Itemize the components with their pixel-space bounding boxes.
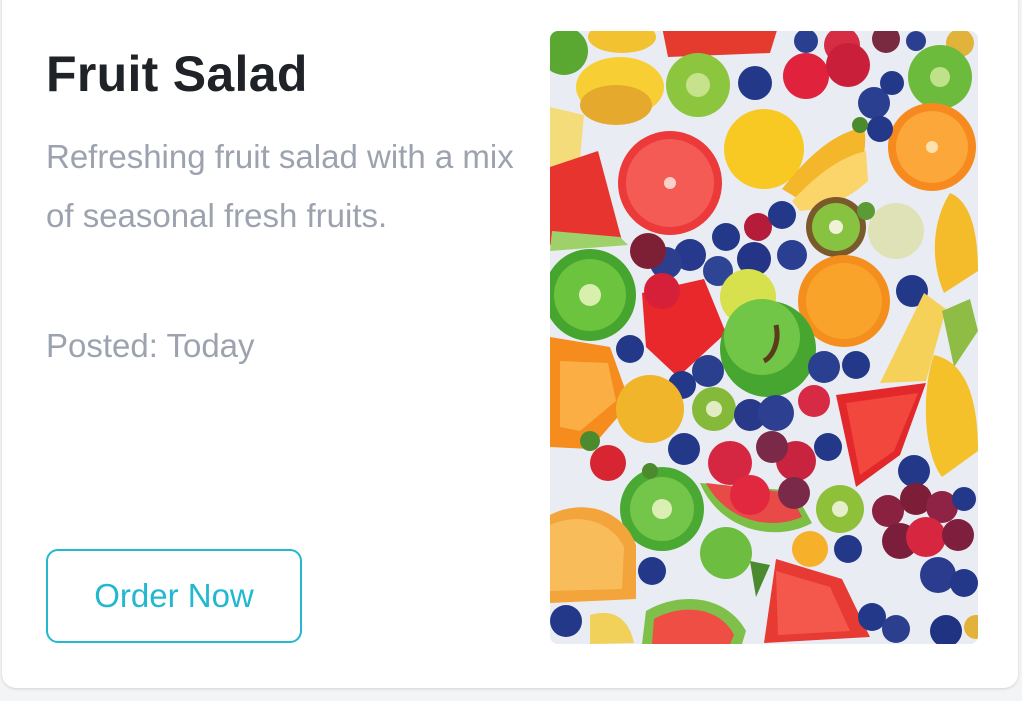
recipe-title: Fruit Salad [46,46,308,102]
recipe-card: Fruit Salad Refreshing fruit salad with … [2,0,1018,688]
recipe-description: Refreshing fruit salad with a mix of sea… [46,138,514,234]
posted-date: Posted: Today [46,327,255,364]
order-now-button[interactable]: Order Now [46,549,302,643]
fruit-salad-image [550,31,978,644]
